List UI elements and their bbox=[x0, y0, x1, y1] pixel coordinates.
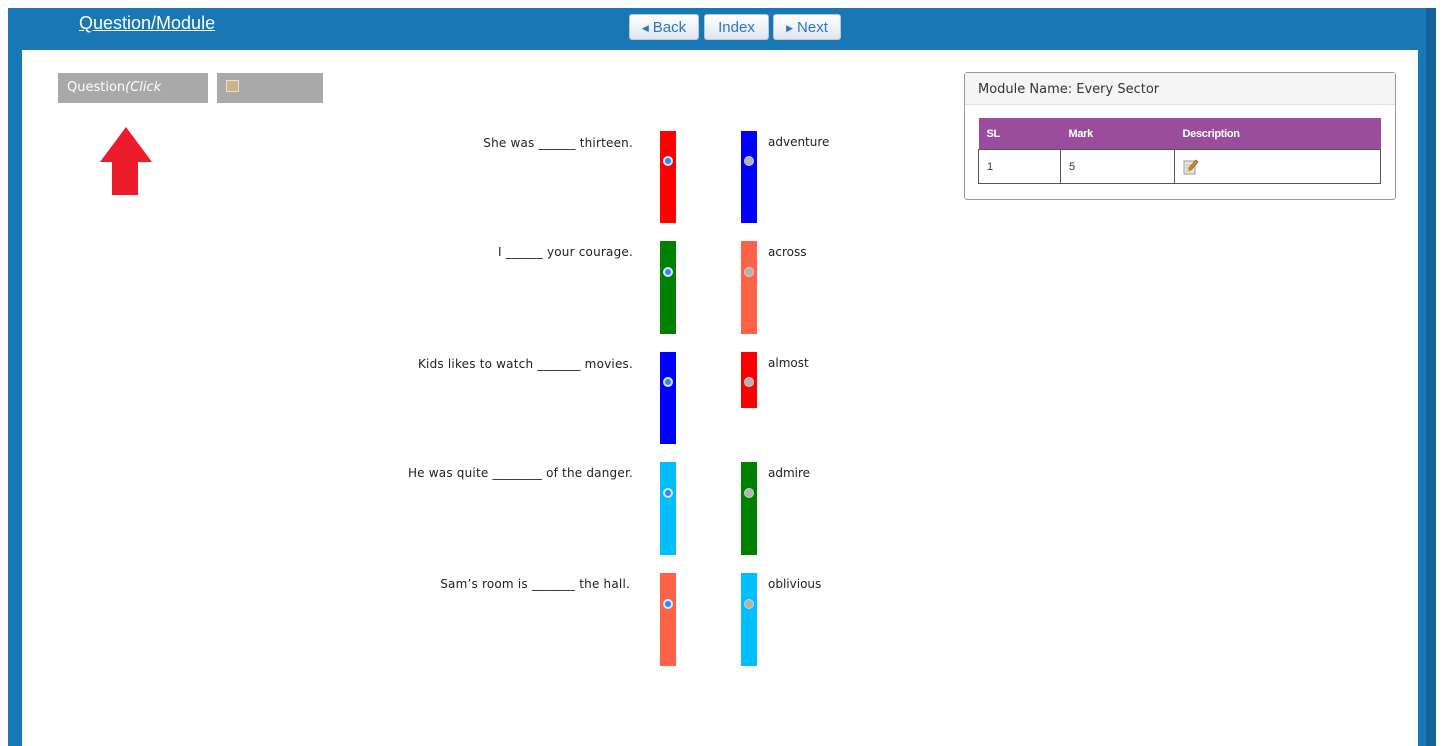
left-connector-dot[interactable] bbox=[663, 267, 673, 277]
instruction-icon bbox=[226, 79, 239, 92]
right-connector-dot[interactable] bbox=[744, 267, 754, 277]
right-connector-bar[interactable] bbox=[741, 352, 757, 408]
answer-word-1: adventure bbox=[768, 135, 830, 149]
caret-left-icon: ◀ bbox=[641, 23, 649, 33]
sentence-5: Sam’s room is _______ the hall. bbox=[440, 577, 630, 591]
left-connector-dot[interactable] bbox=[663, 377, 673, 387]
right-connector-bar[interactable] bbox=[741, 573, 757, 666]
right-connector-bar[interactable] bbox=[741, 462, 757, 555]
next-button[interactable]: ▶ Next bbox=[773, 14, 841, 40]
left-connector-dot[interactable] bbox=[663, 156, 673, 166]
left-connector-bar[interactable] bbox=[660, 241, 676, 334]
right-connector-dot[interactable] bbox=[744, 599, 754, 609]
right-connector-dot[interactable] bbox=[744, 377, 754, 387]
question-module-link[interactable]: Question/Module bbox=[79, 13, 215, 34]
left-connector-dot[interactable] bbox=[663, 488, 673, 498]
table-row: 1 5 bbox=[978, 149, 1381, 184]
module-panel: Module Name: Every Sector SL Mark Descri… bbox=[964, 72, 1396, 200]
caret-right-icon: ▶ bbox=[786, 23, 794, 33]
left-connector-bar[interactable] bbox=[660, 462, 676, 555]
column-header-description: Description bbox=[1174, 118, 1381, 150]
column-header-sl: SL bbox=[978, 118, 1061, 150]
cell-mark: 5 bbox=[1060, 149, 1175, 184]
right-connector-bar[interactable] bbox=[741, 241, 757, 334]
column-header-mark: Mark bbox=[1060, 118, 1175, 150]
answer-word-3: almost bbox=[768, 356, 809, 370]
module-panel-title: Module Name: Every Sector bbox=[965, 73, 1395, 105]
answer-word-4: admire bbox=[768, 466, 811, 480]
instruction-button[interactable]: Instruction bbox=[217, 73, 323, 125]
right-connector-dot[interactable] bbox=[744, 488, 754, 498]
answer-word-2: across bbox=[768, 245, 807, 259]
index-button[interactable]: Index bbox=[704, 14, 769, 40]
right-connector-bar[interactable] bbox=[741, 131, 757, 223]
question-button[interactable]: Question(Click Here) bbox=[58, 73, 208, 125]
cell-description bbox=[1174, 149, 1381, 184]
left-connector-bar[interactable] bbox=[660, 573, 676, 666]
sentence-1: She was ______ thirteen. bbox=[483, 136, 633, 150]
red-up-arrow-icon bbox=[100, 127, 152, 195]
sentence-4: He was quite ________ of the danger. bbox=[407, 466, 633, 480]
right-connector-dot[interactable] bbox=[744, 156, 754, 166]
back-button[interactable]: ◀ Back bbox=[629, 14, 699, 40]
answer-word-5: oblivious bbox=[768, 577, 822, 591]
left-connector-bar[interactable] bbox=[660, 131, 676, 223]
sentence-2: I ______ your courage. bbox=[497, 245, 633, 259]
module-table: SL Mark Description 1 5 bbox=[978, 118, 1381, 184]
edit-note-icon[interactable] bbox=[1183, 159, 1199, 175]
sentence-3: Kids likes to watch _______ movies. bbox=[417, 357, 633, 371]
table-header-row: SL Mark Description bbox=[978, 118, 1381, 150]
left-connector-bar[interactable] bbox=[660, 352, 676, 444]
left-connector-dot[interactable] bbox=[663, 599, 673, 609]
cell-sl: 1 bbox=[978, 149, 1061, 184]
